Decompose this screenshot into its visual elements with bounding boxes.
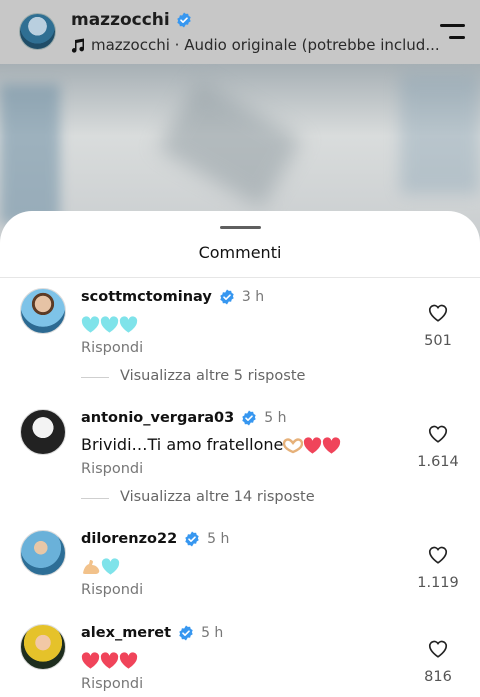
verified-badge-icon xyxy=(179,625,193,641)
like-group: 816 xyxy=(416,638,460,685)
heart-outline-icon[interactable] xyxy=(427,544,449,566)
audio-label[interactable]: mazzocchi · Audio originale (potrebbe in… xyxy=(91,36,440,54)
comment-text xyxy=(81,556,120,576)
like-group: 1.614 xyxy=(416,423,460,470)
reply-button[interactable]: Rispondi xyxy=(81,676,143,692)
comment-text xyxy=(81,314,138,334)
like-count: 1.614 xyxy=(417,454,459,470)
comment-text: Brividi…Ti amo fratellone xyxy=(81,435,284,454)
heart-outline-icon[interactable] xyxy=(427,638,449,660)
heart-outline-icon[interactable] xyxy=(427,302,449,324)
like-count: 816 xyxy=(424,669,452,685)
like-group: 501 xyxy=(416,302,460,349)
avatar[interactable] xyxy=(20,624,66,670)
comment-time: 5 h xyxy=(207,531,230,547)
avatar[interactable] xyxy=(20,409,66,455)
light-blue-heart-icon xyxy=(81,315,100,333)
light-blue-heart-icon xyxy=(100,315,119,333)
comment-username[interactable]: alex_meret xyxy=(81,625,171,641)
comment-time: 5 h xyxy=(264,410,287,426)
comment-header: dilorenzo22 5 h xyxy=(81,531,229,547)
avatar[interactable] xyxy=(20,288,66,334)
comment-text xyxy=(81,650,138,670)
like-count: 501 xyxy=(424,333,452,349)
verified-badge-icon xyxy=(242,410,256,426)
verified-badge-icon xyxy=(220,289,234,305)
comment-text-row: Brividi…Ti amo fratellone xyxy=(81,435,341,455)
reply-button[interactable]: Rispondi xyxy=(81,340,143,356)
comment-time: 3 h xyxy=(241,289,265,305)
light-blue-heart-icon xyxy=(101,557,120,575)
light-blue-heart-icon xyxy=(119,315,138,333)
music-note-icon xyxy=(71,38,85,53)
comment-item: scottmctominay 3 h Rispondi 501 xyxy=(0,288,480,368)
comment-header: alex_meret 5 h xyxy=(81,625,223,641)
red-heart-icon xyxy=(119,651,138,669)
sheet-drag-handle[interactable] xyxy=(220,226,261,229)
like-group: 1.119 xyxy=(416,544,460,591)
red-heart-icon xyxy=(81,651,100,669)
sheet-title: Commenti xyxy=(198,243,282,262)
verified-badge-icon xyxy=(185,531,199,547)
heart-hands-icon xyxy=(283,437,304,453)
view-more-replies[interactable]: Visualizza altre 14 risposte xyxy=(0,488,480,508)
flexed-biceps-icon xyxy=(83,559,100,574)
like-count: 1.119 xyxy=(417,575,459,591)
reel-header: mazzocchi mazzocchi · Audio originale (p… xyxy=(0,0,480,64)
comment-username[interactable]: scottmctominay xyxy=(81,289,212,305)
comment-item: dilorenzo22 5 h Rispondi 1.119 xyxy=(0,530,480,610)
audio-row[interactable]: mazzocchi · Audio originale (potrebbe in… xyxy=(71,36,440,54)
heart-outline-icon[interactable] xyxy=(427,423,449,445)
header-username[interactable]: mazzocchi xyxy=(71,10,170,30)
avatar[interactable] xyxy=(20,530,66,576)
red-heart-icon xyxy=(100,651,119,669)
comment-header: antonio_vergara03 5 h xyxy=(81,410,286,426)
comment-username[interactable]: antonio_vergara03 xyxy=(81,410,234,426)
comment-time: 5 h xyxy=(201,625,224,641)
red-heart-icon xyxy=(323,436,341,454)
header-username-row[interactable]: mazzocchi xyxy=(71,10,192,30)
view-more-replies[interactable]: Visualizza altre 5 risposte xyxy=(0,367,480,387)
hamburger-menu-icon[interactable] xyxy=(440,24,465,40)
profile-avatar[interactable] xyxy=(19,13,56,50)
comment-item: alex_meret 5 h Rispondi 816 xyxy=(0,624,480,697)
comment-username[interactable]: dilorenzo22 xyxy=(81,531,177,547)
comment-item: antonio_vergara03 5 h Brividi…Ti amo fra… xyxy=(0,409,480,489)
red-heart-icon xyxy=(304,436,322,454)
verified-badge-icon xyxy=(177,12,191,28)
reply-button[interactable]: Rispondi xyxy=(81,582,143,598)
view-more-replies-label[interactable]: Visualizza altre 5 risposte xyxy=(120,368,305,384)
comment-header: scottmctominay 3 h xyxy=(81,289,264,305)
comments-sheet: Commenti scottmctominay 3 h Rispondi 501… xyxy=(0,211,480,697)
view-more-replies-label[interactable]: Visualizza altre 14 risposte xyxy=(120,489,315,505)
divider xyxy=(0,277,480,278)
reply-button[interactable]: Rispondi xyxy=(81,461,143,477)
